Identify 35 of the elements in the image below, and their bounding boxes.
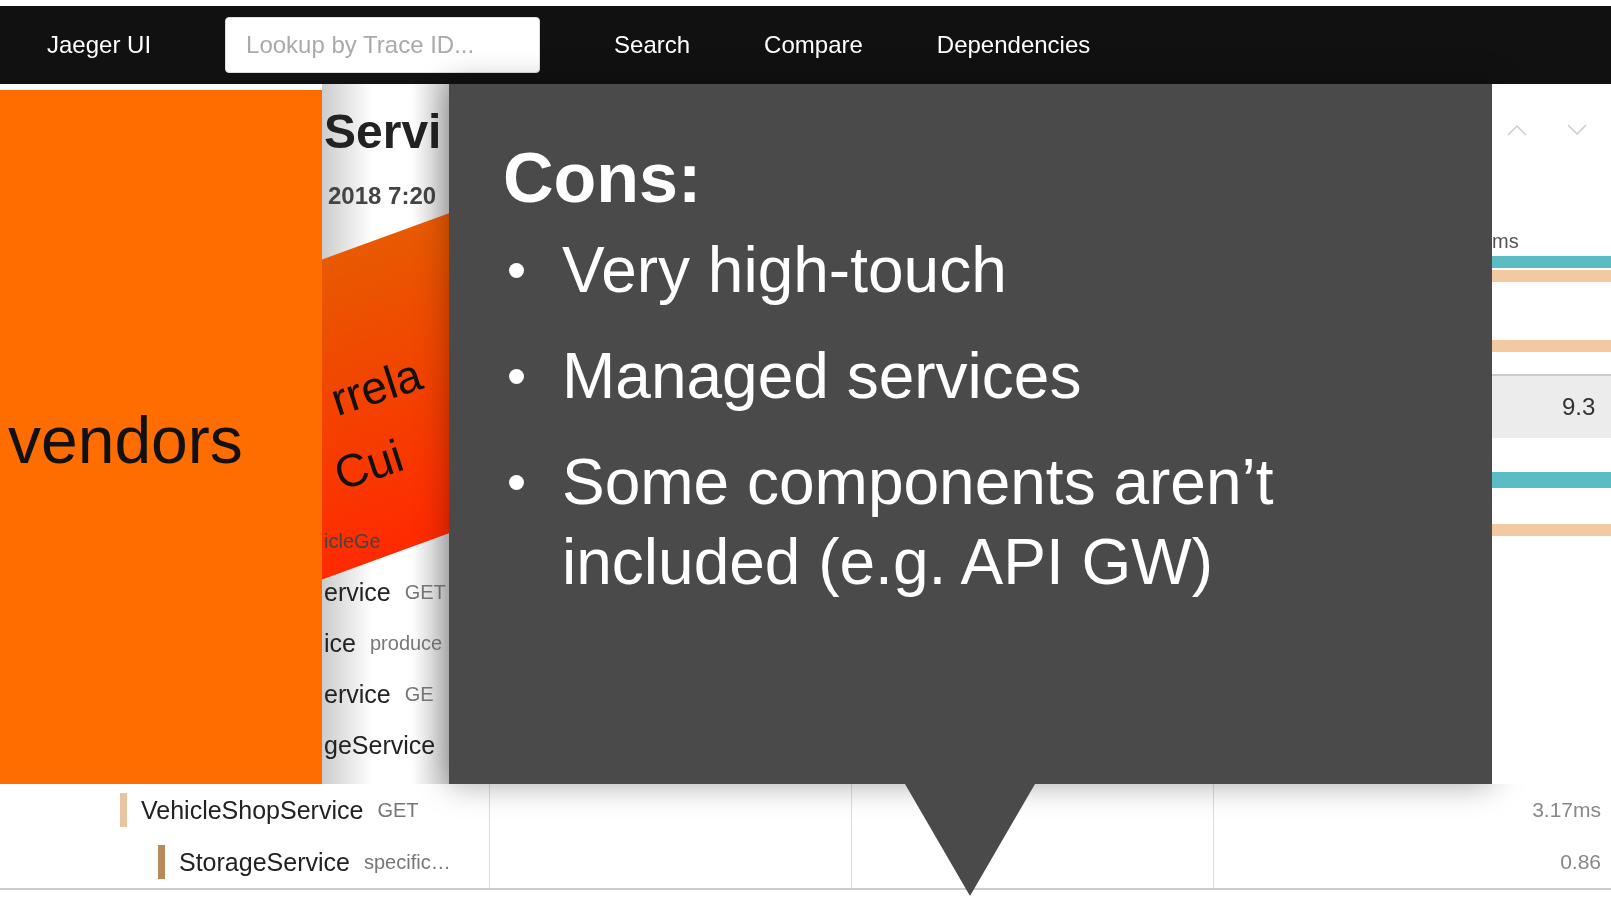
span-service-name: ervice bbox=[324, 680, 391, 709]
panel-text: vendors bbox=[8, 402, 243, 478]
brand-link[interactable]: Jaeger UI bbox=[47, 31, 152, 59]
span-operation: GET bbox=[377, 798, 419, 822]
banner-text: Cui bbox=[327, 428, 410, 501]
span-service-name: ice bbox=[324, 629, 356, 658]
span-service-name: ervice bbox=[324, 578, 391, 607]
span-operation: GE bbox=[404, 683, 434, 706]
bullet-text: Very high-touch bbox=[562, 233, 1008, 308]
span-operation: specific… bbox=[363, 850, 451, 874]
span-service-name: geService bbox=[324, 731, 436, 760]
nav-link[interactable]: Compare bbox=[764, 31, 863, 59]
trace-date: 2018 7:20 bbox=[328, 182, 437, 210]
bullet-text: Managed services bbox=[562, 339, 1083, 414]
chevron-down-icon[interactable] bbox=[1567, 123, 1587, 136]
span-service-name: icleGe bbox=[324, 530, 381, 553]
bullet-icon bbox=[509, 475, 524, 490]
bullet-icon bbox=[509, 369, 524, 384]
banner-text: rrela bbox=[323, 346, 429, 427]
span-operation: produce bbox=[369, 632, 443, 655]
span-service-name: VehicleShopService bbox=[141, 795, 364, 825]
trace-title: Servi bbox=[324, 104, 442, 159]
span-operation: GET bbox=[404, 581, 446, 604]
callout-heading: Cons: bbox=[503, 138, 703, 219]
trace-id-search-field[interactable]: Lookup by Trace ID... bbox=[225, 17, 541, 73]
bullet-text: Some components aren’t included (e.g. API GW) bbox=[562, 445, 1275, 600]
chevron-up-icon[interactable] bbox=[1507, 123, 1527, 136]
duration-label: 3.17ms bbox=[1532, 798, 1601, 822]
nav-link[interactable]: Search bbox=[614, 31, 691, 59]
duration-label: 9.3 bbox=[1562, 393, 1596, 421]
duration-label: 0.86 bbox=[1560, 850, 1601, 874]
tick-label: ms bbox=[1492, 230, 1519, 253]
bullet-icon bbox=[509, 263, 524, 278]
nav-link[interactable]: Dependencies bbox=[936, 31, 1091, 59]
span-service-name: StorageService bbox=[179, 847, 350, 877]
